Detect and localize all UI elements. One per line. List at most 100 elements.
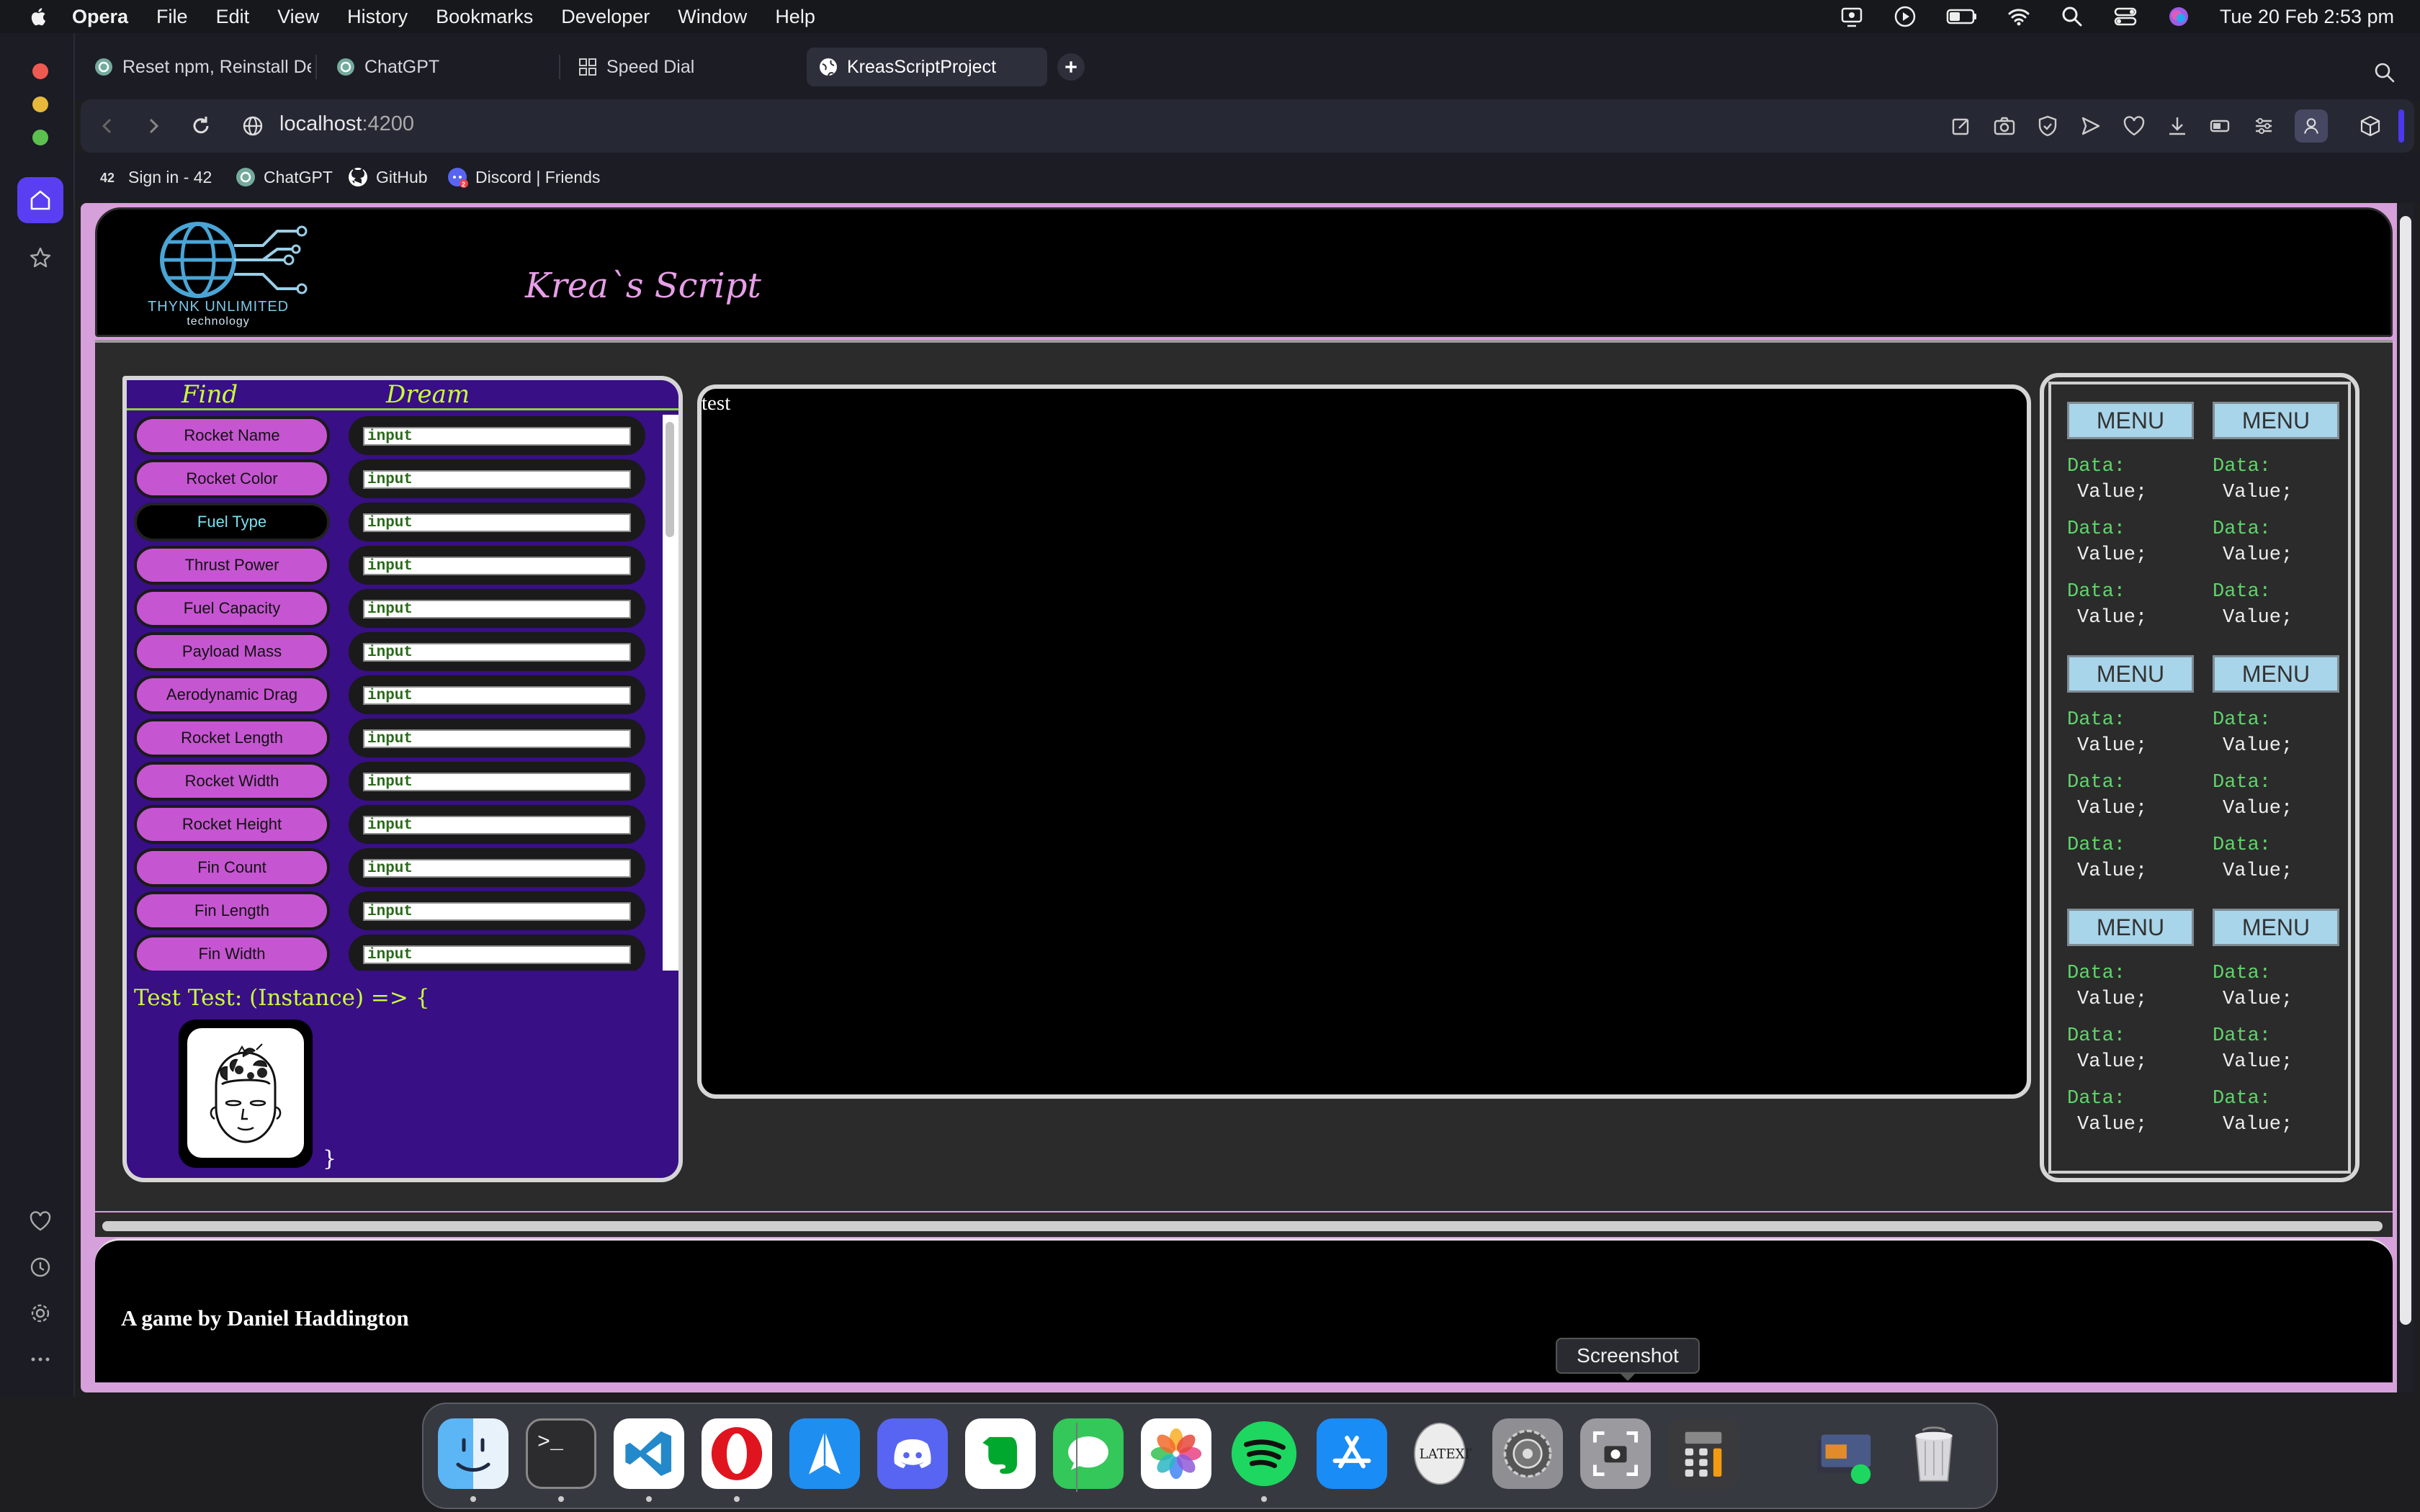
play-icon[interactable] xyxy=(1893,4,1917,29)
terminal-icon[interactable]: >_ xyxy=(526,1418,596,1489)
reload-icon[interactable] xyxy=(189,114,213,138)
siri-icon[interactable] xyxy=(2166,4,2191,29)
menu-help[interactable]: Help xyxy=(775,6,815,28)
wifi-icon[interactable] xyxy=(2007,4,2031,29)
back-icon[interactable] xyxy=(95,114,120,138)
trash-icon[interactable] xyxy=(1899,1418,1969,1489)
menu-app-name[interactable]: Opera xyxy=(72,6,128,28)
sidebar-settings-button[interactable] xyxy=(17,1290,63,1336)
menu-developer[interactable]: Developer xyxy=(561,6,650,28)
forward-icon[interactable] xyxy=(141,114,166,138)
find-attribute-button[interactable]: Rocket Height xyxy=(134,805,330,844)
new-tab-button[interactable] xyxy=(1057,53,1085,81)
url-field[interactable]: localhost:4200 xyxy=(279,112,414,136)
app-store-icon[interactable] xyxy=(1317,1418,1387,1489)
discord-icon[interactable] xyxy=(877,1418,948,1489)
favorite-heart-icon[interactable] xyxy=(2122,114,2146,138)
calculator-icon[interactable] xyxy=(1668,1418,1739,1489)
menu-edit[interactable]: Edit xyxy=(216,6,250,28)
sidebar-history-button[interactable] xyxy=(17,1244,63,1290)
find-attribute-button[interactable]: Fin Width xyxy=(134,935,330,971)
dream-input[interactable] xyxy=(363,557,631,575)
tab-reset-npm[interactable]: Reset npm, Reinstall Dep xyxy=(82,48,311,86)
menubar-clock[interactable]: Tue 20 Feb 2:53 pm xyxy=(2220,6,2394,28)
tab-speed-dial[interactable]: Speed Dial xyxy=(566,48,795,86)
menu-file[interactable]: File xyxy=(156,6,188,28)
dream-input[interactable] xyxy=(363,686,631,705)
sidebar-favorites-button[interactable] xyxy=(17,235,63,281)
screenshot-icon[interactable] xyxy=(1580,1418,1651,1489)
spotify-icon[interactable] xyxy=(1229,1418,1299,1489)
find-attribute-button[interactable]: Rocket Color xyxy=(134,459,330,498)
find-attribute-button[interactable]: Rocket Width xyxy=(134,762,330,801)
testflight-icon[interactable] xyxy=(789,1418,860,1489)
dream-input[interactable] xyxy=(363,859,631,878)
opera-icon[interactable] xyxy=(702,1418,772,1489)
window-zoom-button[interactable] xyxy=(32,130,48,145)
find-attribute-button[interactable]: Rocket Name xyxy=(134,416,330,455)
messages-icon[interactable] xyxy=(1053,1418,1124,1489)
rows-scrollbar-thumb[interactable] xyxy=(666,422,674,537)
dream-input[interactable] xyxy=(363,470,631,489)
page-vertical-scrollbar-thumb[interactable] xyxy=(2400,216,2411,1325)
apple-icon[interactable] xyxy=(27,5,50,28)
find-attribute-button[interactable]: Fin Count xyxy=(134,848,330,887)
snapshot-camera-icon[interactable] xyxy=(1992,114,2017,138)
extensions-cube-icon[interactable] xyxy=(2358,114,2383,138)
sidebar-heart-button[interactable] xyxy=(17,1198,63,1244)
dream-input[interactable] xyxy=(363,945,631,964)
battery-icon[interactable] xyxy=(1946,4,1978,29)
dream-input[interactable] xyxy=(363,773,631,791)
vscode-icon[interactable] xyxy=(614,1418,684,1489)
find-attribute-button[interactable]: Fin Length xyxy=(134,891,330,930)
edit-page-icon[interactable] xyxy=(1949,114,1973,138)
evernote-icon[interactable] xyxy=(965,1418,1036,1489)
menu-button[interactable]: MENU xyxy=(2213,909,2339,946)
sidebar-more-button[interactable] xyxy=(17,1336,63,1382)
battery-saver-icon[interactable] xyxy=(2208,114,2233,138)
menu-button[interactable]: MENU xyxy=(2067,402,2194,439)
downloads-stack-icon[interactable] xyxy=(1811,1418,1881,1489)
tab-search-icon[interactable] xyxy=(2372,60,2397,85)
dream-input[interactable] xyxy=(363,729,631,748)
dream-input[interactable] xyxy=(363,816,631,834)
spotlight-search-icon[interactable] xyxy=(2060,4,2084,29)
menu-button[interactable]: MENU xyxy=(2213,402,2339,439)
menu-window[interactable]: Window xyxy=(678,6,747,28)
find-attribute-button[interactable]: Rocket Length xyxy=(134,719,330,757)
menu-history[interactable]: History xyxy=(347,6,408,28)
find-attribute-button[interactable]: Thrust Power xyxy=(134,546,330,585)
dream-input[interactable] xyxy=(363,902,631,921)
dream-input[interactable] xyxy=(363,600,631,618)
menu-button[interactable]: MENU xyxy=(2067,909,2194,946)
photos-icon[interactable] xyxy=(1141,1418,1211,1489)
find-attribute-button[interactable]: Fuel Capacity xyxy=(134,589,330,628)
page-horizontal-scrollbar[interactable] xyxy=(95,1212,2393,1237)
profile-button[interactable] xyxy=(2295,109,2328,143)
menu-bookmarks[interactable]: Bookmarks xyxy=(436,6,533,28)
system-settings-icon[interactable] xyxy=(1492,1418,1563,1489)
menu-view[interactable]: View xyxy=(277,6,319,28)
finder-icon[interactable] xyxy=(438,1418,508,1489)
find-attribute-button[interactable]: Fuel Type xyxy=(134,503,330,541)
find-attribute-button[interactable]: Aerodynamic Drag xyxy=(134,675,330,714)
control-center-icon[interactable] xyxy=(2113,4,2138,29)
sidebar-home-button[interactable] xyxy=(17,177,63,223)
tab-kreasscriptproject[interactable]: KreasScriptProject xyxy=(807,48,1047,86)
avatar[interactable] xyxy=(187,1028,304,1158)
easy-setup-icon[interactable] xyxy=(2251,114,2276,138)
menu-button[interactable]: MENU xyxy=(2067,655,2194,693)
flow-send-icon[interactable] xyxy=(2079,114,2103,138)
find-attribute-button[interactable]: Payload Mass xyxy=(134,632,330,671)
window-minimize-button[interactable] xyxy=(32,96,48,112)
tab-chatgpt[interactable]: ChatGPT xyxy=(324,48,553,86)
download-icon[interactable] xyxy=(2165,114,2190,138)
latexit-icon[interactable]: LATEXIT xyxy=(1404,1418,1475,1489)
dream-input[interactable] xyxy=(363,427,631,446)
bookmark-42[interactable]: 42 Sign in - 42 xyxy=(99,164,212,190)
dream-input[interactable] xyxy=(363,513,631,532)
bookmark-github[interactable]: GitHub xyxy=(347,164,428,190)
ad-blocker-shield-icon[interactable] xyxy=(2035,114,2060,138)
dream-input[interactable] xyxy=(363,643,631,662)
screen-mirroring-icon[interactable] xyxy=(1839,4,1864,29)
